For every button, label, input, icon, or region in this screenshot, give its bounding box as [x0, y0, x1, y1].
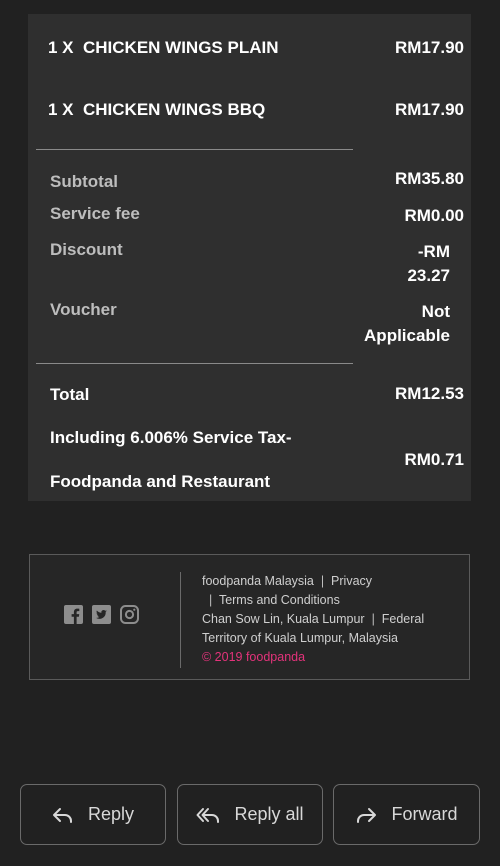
separator: | — [320, 574, 325, 588]
social-links — [64, 605, 139, 624]
reply-icon — [52, 806, 74, 824]
voucher-value-line2: Applicable — [364, 326, 450, 345]
reply-all-icon — [196, 806, 220, 824]
footer-line1: foodpanda Malaysia | Privacy — [202, 572, 372, 591]
terms-link[interactable]: Terms and Conditions — [219, 593, 340, 607]
item-price: RM17.90 — [395, 100, 464, 119]
voucher-value: Not Applicable — [364, 300, 450, 348]
order-item-row: 1 X CHICKEN WINGS PLAIN — [48, 38, 278, 58]
address-text: Chan Sow Lin, Kuala Lumpur — [202, 612, 365, 626]
subtotal-value: RM35.80 — [395, 169, 464, 188]
discount-value-line1: -RM — [417, 242, 450, 261]
total-value: RM12.53 — [395, 384, 464, 403]
reply-all-button[interactable]: Reply all — [177, 784, 323, 845]
reply-all-label: Reply all — [234, 804, 304, 824]
tax-label-line2: Foodpanda and Restaurant — [50, 472, 271, 491]
separator: | — [371, 612, 375, 626]
service-fee-value: RM0.00 — [404, 206, 464, 225]
order-receipt: 1 X CHICKEN WINGS PLAIN RM17.90 1 X CHIC… — [28, 14, 471, 501]
item-name: CHICKEN WINGS PLAIN — [82, 38, 279, 57]
facebook-icon[interactable] — [64, 605, 83, 624]
divider — [36, 363, 353, 364]
forward-label: Forward — [391, 804, 458, 824]
item-quantity: 1 X — [48, 100, 74, 119]
item-name: CHICKEN WINGS BBQ — [82, 100, 266, 119]
forward-icon — [355, 806, 377, 824]
company-link[interactable]: foodpanda Malaysia — [202, 574, 314, 588]
voucher-label: Voucher — [50, 300, 117, 319]
item-price: RM17.90 — [395, 38, 464, 57]
order-item-row: 1 X CHICKEN WINGS BBQ — [48, 100, 265, 120]
address-text: Federal — [381, 612, 425, 626]
service-fee-label: Service fee — [50, 204, 140, 223]
discount-value: -RM 23.27 — [407, 240, 450, 288]
voucher-value-line1: Not — [421, 302, 450, 321]
footer: foodpanda Malaysia | Privacy | Terms and… — [29, 554, 470, 680]
twitter-icon[interactable] — [92, 605, 111, 624]
divider — [36, 149, 353, 150]
privacy-link[interactable]: Privacy — [331, 574, 372, 588]
footer-line3: Chan Sow Lin, Kuala Lumpur | Federal — [202, 610, 424, 629]
subtotal-label: Subtotal — [50, 172, 118, 191]
address-line2: Territory of Kuala Lumpur, Malaysia — [202, 631, 398, 645]
tax-value: RM0.71 — [404, 450, 464, 469]
footer-line2: | Terms and Conditions — [202, 591, 340, 610]
discount-value-line2: 23.27 — [407, 266, 450, 285]
discount-label: Discount — [50, 240, 123, 259]
footer-divider — [180, 572, 181, 668]
copyright-text: © 2019 foodpanda — [202, 650, 306, 664]
reply-label: Reply — [87, 804, 135, 824]
instagram-icon[interactable] — [120, 605, 139, 624]
tax-label-line1: Including 6.006% Service Tax- — [50, 428, 292, 447]
forward-button[interactable]: Forward — [333, 784, 480, 845]
separator: | — [208, 593, 213, 607]
item-quantity: 1 X — [48, 38, 74, 57]
total-label: Total — [50, 385, 90, 404]
reply-button[interactable]: Reply — [20, 784, 166, 845]
